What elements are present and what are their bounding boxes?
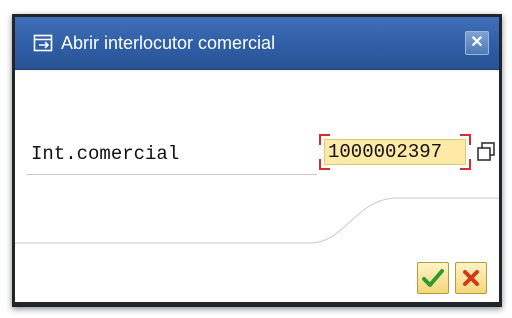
- cancel-button[interactable]: [455, 262, 487, 294]
- confirm-button[interactable]: [417, 262, 449, 294]
- dialog-titlebar[interactable]: Abrir interlocutor comercial ✕: [15, 17, 499, 70]
- row-divider: [27, 174, 317, 175]
- checkmark-icon: [422, 269, 444, 287]
- cancel-icon: [463, 270, 479, 286]
- dialog-content: Int.comercial: [15, 70, 499, 302]
- dialog-title: Abrir interlocutor comercial: [61, 33, 276, 53]
- copy-icon[interactable]: [475, 141, 497, 163]
- decorative-divider-curve: [15, 197, 499, 244]
- close-icon: ✕: [470, 34, 484, 51]
- close-button[interactable]: ✕: [465, 31, 489, 55]
- field-label: Int.comercial: [31, 143, 180, 165]
- required-field-frame: [319, 134, 471, 170]
- business-partner-input[interactable]: [324, 139, 466, 165]
- dialog-window: Abrir interlocutor comercial ✕ Int.comer…: [12, 14, 502, 307]
- open-document-icon: [33, 33, 53, 53]
- form-row: Int.comercial: [15, 126, 499, 182]
